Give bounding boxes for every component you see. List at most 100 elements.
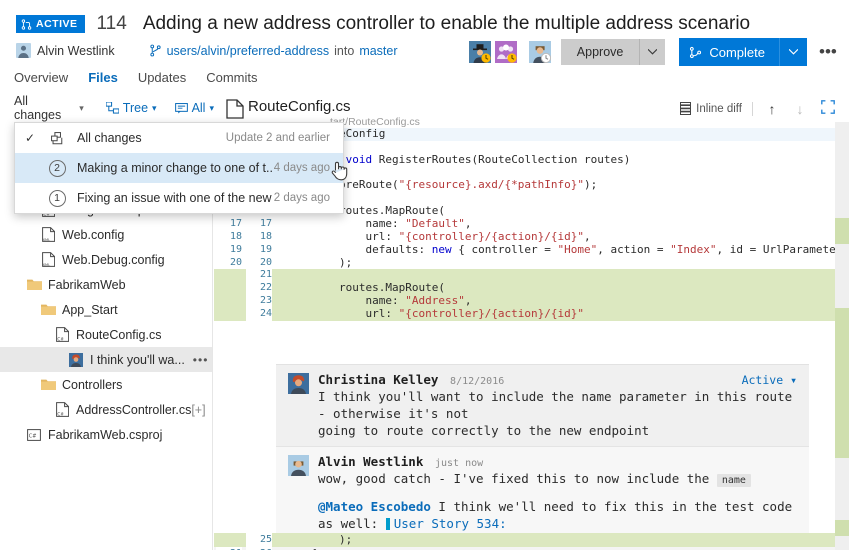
svg-text:XML: XML	[42, 263, 50, 267]
folder-icon	[26, 277, 42, 293]
tab-files[interactable]: Files	[88, 70, 118, 89]
tree-view-toggle[interactable]: Tree ▾	[105, 101, 157, 115]
tab-updates[interactable]: Updates	[138, 70, 186, 89]
comment-text: wow, good catch - I've fixed this to now…	[318, 471, 710, 486]
approve-dropdown-button[interactable]	[639, 39, 666, 65]
comment-body-line: going to route correctly to the new endp…	[318, 423, 650, 438]
fullscreen-button[interactable]	[819, 100, 837, 117]
avatar	[16, 43, 31, 58]
cs-file-icon: C#	[54, 402, 70, 418]
file-tree-item-label: Controllers	[62, 377, 123, 392]
update-count-badge: 2	[45, 159, 69, 177]
tab-overview[interactable]: Overview	[14, 70, 68, 89]
file-tree-item-suffix: [+]	[191, 402, 206, 417]
svg-text:C#: C#	[57, 337, 64, 342]
all-changes-filter-label: All changes	[14, 94, 62, 122]
file-tree-item-more-button[interactable]: •••	[193, 353, 209, 367]
inline-diff-icon	[680, 102, 692, 115]
code-line-text: url: "{controller}/{action}/{id}"	[286, 306, 585, 320]
file-document-icon	[226, 99, 244, 124]
reviewer-avatar-3[interactable]	[528, 41, 551, 63]
mention-link[interactable]: @Mateo Escobedo	[318, 499, 431, 514]
mouse-cursor-pointer	[330, 160, 348, 187]
check-icon: ✓	[24, 131, 36, 145]
file-tree-item[interactable]: XML Web.Debug.config	[0, 247, 212, 272]
file-tree-item[interactable]: C# RouteConfig.cs	[0, 322, 212, 347]
previous-diff-button[interactable]: ↑	[763, 101, 781, 117]
code-line-text: }	[286, 547, 319, 550]
line-number-new: 21	[246, 269, 272, 283]
code-line: 25 );	[214, 533, 835, 547]
file-tree-item[interactable]: I think you'll wa... •••	[0, 347, 212, 372]
code-line-text: );	[286, 255, 353, 269]
approve-button[interactable]: Approve	[560, 39, 640, 65]
line-number-new: 17	[246, 217, 272, 231]
all-changes-dropdown-menu[interactable]: ✓ All changes Update 2 and earlier 2 Making …	[14, 122, 344, 214]
file-tree-item[interactable]: App_Start	[0, 297, 212, 322]
file-tree-item[interactable]: XML Web.config	[0, 222, 212, 247]
cs-file-icon: C#	[54, 327, 70, 343]
reviewer-avatar-2[interactable]	[494, 41, 517, 63]
minimap-added-band	[835, 520, 849, 536]
page-title: Adding a new address controller to enabl…	[142, 13, 751, 34]
work-item-color-bar	[385, 518, 390, 530]
file-tree-item[interactable]: C# AddressController.cs [+]	[0, 397, 212, 422]
code-line: 21 26 }	[214, 546, 835, 550]
group-avatar	[494, 41, 517, 63]
complete-button-label: Complete	[709, 44, 765, 60]
minimap-added-band	[835, 218, 849, 244]
complete-button[interactable]: Complete	[679, 38, 779, 66]
file-tree-item[interactable]: Controllers	[0, 372, 212, 397]
avatar	[528, 41, 551, 63]
update-count-badge: 1	[45, 189, 69, 207]
update-count-value: 1	[48, 189, 66, 207]
file-tree-item[interactable]: FabrikamWeb	[0, 272, 212, 297]
avatar	[288, 455, 309, 476]
line-number-new: 25	[246, 533, 272, 547]
target-branch-link[interactable]: master	[359, 44, 397, 58]
all-changes-filter[interactable]: All changes ▾	[14, 94, 84, 122]
inline-code-chip: name	[716, 474, 751, 487]
chevron-down-icon: ▾	[79, 102, 84, 113]
source-branch-link[interactable]: users/alvin/preferred-address	[167, 44, 330, 58]
diff-file-name: RouteConfig.cs	[248, 98, 351, 115]
branch-icon	[149, 44, 161, 57]
into-label: into	[334, 43, 355, 58]
work-item-link[interactable]: User Story 534:	[394, 516, 507, 531]
menu-item[interactable]: ✓ All changes Update 2 and earlier	[15, 123, 343, 153]
inline-diff-label: Inline diff	[696, 102, 742, 115]
comments-filter-label: All	[191, 101, 206, 115]
xml-file-icon: XML	[40, 227, 56, 243]
chevron-down-icon: ▾	[790, 373, 797, 387]
comments-filter[interactable]: All ▾	[174, 101, 214, 115]
comment-body-line: @Mateo Escobedo I think we'll need to fi…	[318, 498, 797, 532]
complete-dropdown-button[interactable]	[779, 38, 807, 66]
folder-icon	[40, 377, 56, 393]
code-line: 24 url: "{controller}/{action}/{id}"	[214, 306, 835, 321]
status-badge: ACTIVE	[16, 15, 85, 33]
file-tree-item-label: FabrikamWeb.csproj	[48, 427, 163, 442]
pull-request-icon	[21, 18, 32, 30]
menu-item[interactable]: 1 Fixing an issue with one of the new ...…	[15, 183, 343, 213]
file-tree-item-label: Web.config	[62, 227, 125, 242]
tab-commits[interactable]: Commits	[206, 70, 257, 89]
comment-date: just now	[434, 458, 484, 469]
diff-minimap[interactable]	[835, 122, 849, 550]
next-diff-button[interactable]: ↓	[791, 101, 809, 117]
pr-author: Alvin Westlink	[16, 43, 115, 58]
branch-compare-icon	[45, 131, 69, 145]
code-line-text: );	[286, 533, 353, 546]
reviewer-avatar-1[interactable]	[468, 41, 491, 63]
line-number-old: 19	[216, 243, 242, 257]
more-actions-button[interactable]: •••	[813, 39, 839, 65]
comment-body-line: wow, good catch - I've fixed this to now…	[318, 470, 797, 489]
inline-diff-toggle[interactable]: Inline diff	[680, 102, 742, 115]
reviewer-avatars	[468, 41, 551, 63]
comment-status-dropdown[interactable]: Active ▾	[742, 373, 797, 387]
file-tree-item[interactable]: C# FabrikamWeb.csproj	[0, 422, 212, 447]
line-number-new: 22	[246, 282, 272, 296]
svg-text:XML: XML	[42, 238, 50, 242]
header-actions: Approve Complete •••	[468, 38, 839, 66]
menu-item[interactable]: 2 Making a minor change to one of t.. 4 da…	[15, 153, 343, 183]
minimap-added-band	[835, 308, 849, 458]
